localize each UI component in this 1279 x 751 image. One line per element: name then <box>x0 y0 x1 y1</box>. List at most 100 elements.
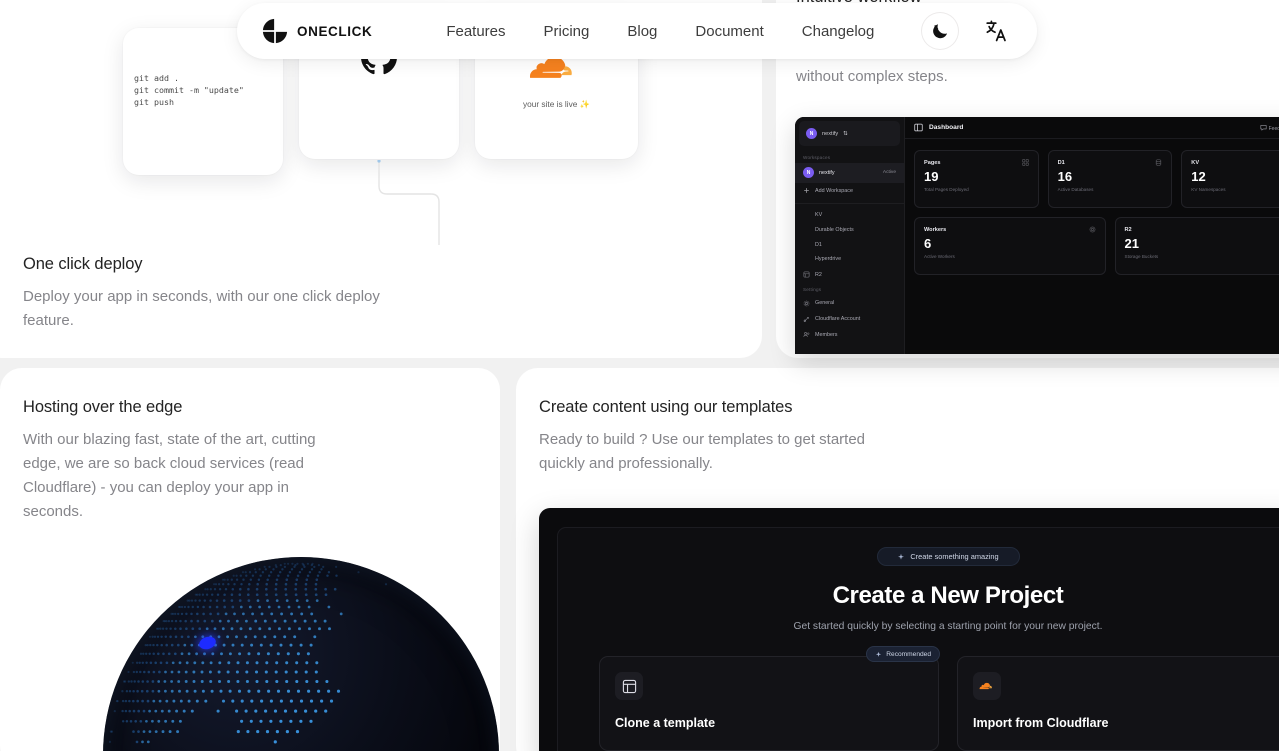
option-clone-a-template[interactable]: Recommended Clone a template <box>599 656 939 751</box>
workspace-item-avatar: N <box>803 167 814 178</box>
sidebar-item-durable-objects-label: Durable Objects <box>815 227 854 233</box>
option-clone-a-template-title: Clone a template <box>615 716 923 730</box>
stat-card-workers-title: Workers <box>924 227 946 233</box>
stat-card-r2-sub: Storage Buckets <box>1125 254 1279 259</box>
settings-section-label: Settings <box>795 282 904 295</box>
modal-heading: Create a New Project <box>558 582 1279 610</box>
hosting-text-block: Hosting over the edge With our blazing f… <box>23 398 353 524</box>
add-workspace-label: Add Workspace <box>815 188 853 194</box>
sidebar-item-kv[interactable]: KV <box>795 208 904 223</box>
stat-card-kv-value: 12 <box>1191 170 1279 183</box>
brand-name: ONECLICK <box>297 24 372 39</box>
cloudflare-icon-wrap <box>973 672 1001 700</box>
stat-card-workers-value: 6 <box>924 237 1096 250</box>
stat-card-d1-sub: Active Databases <box>1058 187 1163 192</box>
pages-icon <box>1022 159 1029 166</box>
stat-card-kv: KV 12 KV Namespaces <box>1181 150 1279 208</box>
sparkle-icon <box>875 651 882 658</box>
dashboard-mockup: N nextify ⇅ Workspaces N nextify Active … <box>795 117 1279 354</box>
dashboard-sidebar: N nextify ⇅ Workspaces N nextify Active … <box>795 117 905 354</box>
r2-icon <box>803 271 810 278</box>
oneclick-quadrant-logo <box>261 17 289 45</box>
stat-card-kv-title: KV <box>1191 160 1199 166</box>
cloudflare-icon <box>528 56 586 82</box>
stat-card-d1: D1 16 Active Databases <box>1048 150 1173 208</box>
nav-actions <box>921 12 1023 50</box>
dashboard-stats-grid: Pages 19 Total Pages Deployed D1 16 Acti… <box>905 139 1279 286</box>
theme-toggle-button[interactable] <box>921 12 959 50</box>
workspace-active-badge: Active <box>883 170 896 175</box>
nav-link-blog[interactable]: Blog <box>627 23 657 40</box>
workspaces-section-label: Workspaces <box>795 150 904 163</box>
dashboard-topbar: Dashboard Feedback Do <box>905 117 1279 139</box>
add-workspace-button[interactable]: Add Workspace <box>795 183 904 199</box>
members-icon <box>803 331 810 338</box>
sidebar-item-durable-objects[interactable]: Durable Objects <box>795 222 904 237</box>
database-icon <box>1155 159 1162 166</box>
page-background: git add . git commit -m "update" git pus… <box>0 0 1279 751</box>
nav-link-features[interactable]: Features <box>446 23 505 40</box>
create-something-amazing-pill: Create something amazing <box>877 547 1020 566</box>
workspace-item-label: nextify <box>819 170 835 176</box>
nav-link-document[interactable]: Document <box>695 23 763 40</box>
option-import-from-cloudflare[interactable]: Import from Cloudflare <box>957 656 1279 751</box>
templates-title: Create content using our templates <box>539 398 869 417</box>
stat-card-kv-sub: KV Namespaces <box>1191 187 1279 192</box>
connector-line <box>355 160 451 245</box>
deploy-text-block: One click deploy Deploy your app in seco… <box>23 255 383 333</box>
stat-card-pages-title: Pages <box>924 160 940 166</box>
top-navigation-bar: ONECLICK Features Pricing Blog Document … <box>237 3 1037 59</box>
sidebar-item-hyperdrive[interactable]: Hyperdrive <box>795 252 904 267</box>
sidebar-item-kv-label: KV <box>815 212 822 218</box>
nav-link-changelog[interactable]: Changelog <box>802 23 875 40</box>
cloudflare-live-caption: your site is live ✨ <box>523 99 590 110</box>
stat-card-d1-value: 16 <box>1058 170 1163 183</box>
globe-illustration <box>103 557 499 751</box>
sparkle-icon <box>897 553 905 561</box>
nav-links: Features Pricing Blog Document Changelog <box>446 23 874 40</box>
option-import-from-cloudflare-title: Import from Cloudflare <box>973 716 1279 730</box>
workspace-item-nextify[interactable]: N nextify Active <box>795 163 904 183</box>
templates-text-block: Create content using our templates Ready… <box>539 398 869 476</box>
sidebar-item-r2[interactable]: R2 <box>795 267 904 283</box>
pill-label: Create something amazing <box>910 552 998 561</box>
layout-icon-wrap <box>615 672 643 700</box>
workspace-switcher-label: nextify <box>822 131 838 137</box>
modal-subheading: Get started quickly by selecting a start… <box>558 621 1279 632</box>
deploy-title: One click deploy <box>23 255 383 274</box>
feedback-label: Feedback <box>1269 126 1279 132</box>
workers-icon <box>1089 226 1096 233</box>
language-toggle-button[interactable] <box>977 12 1015 50</box>
workspace-avatar: N <box>806 128 817 139</box>
sidebar-item-general-label: General <box>815 300 834 306</box>
stat-card-workers: Workers 6 Active Workers <box>914 217 1106 275</box>
sidebar-item-general[interactable]: General <box>795 295 904 311</box>
recommended-badge-label: Recommended <box>886 651 931 658</box>
sidebar-item-r2-label: R2 <box>815 272 822 278</box>
sidebar-item-d1[interactable]: D1 <box>795 237 904 252</box>
sidebar-item-members-label: Members <box>815 332 837 338</box>
feedback-button[interactable]: Feedback <box>1260 124 1279 132</box>
sidebar-item-members[interactable]: Members <box>795 327 904 343</box>
plus-icon <box>803 187 810 194</box>
recommended-badge: Recommended <box>866 646 940 662</box>
chat-icon <box>1260 124 1267 131</box>
workspace-switcher[interactable]: N nextify ⇅ <box>799 121 900 146</box>
stat-card-pages-sub: Total Pages Deployed <box>924 187 1029 192</box>
workflow-desc-line3: without complex steps. <box>796 68 948 85</box>
stat-card-pages: Pages 19 Total Pages Deployed <box>914 150 1039 208</box>
nav-link-pricing[interactable]: Pricing <box>544 23 590 40</box>
hosting-title: Hosting over the edge <box>23 398 353 417</box>
sidebar-item-cloudflare-account[interactable]: Cloudflare Account <box>795 311 904 327</box>
stat-card-r2-value: 21 <box>1125 237 1279 250</box>
stat-card-workers-sub: Active Workers <box>924 254 1096 259</box>
dashboard-main: Dashboard Feedback Do Pages <box>905 117 1279 354</box>
chevron-updown-icon: ⇅ <box>843 131 848 137</box>
create-project-modal: Create something amazing Create a New Pr… <box>539 508 1279 751</box>
layout-icon <box>622 679 637 694</box>
gear-icon <box>803 300 810 307</box>
deploy-description: Deploy your app in seconds, with our one… <box>23 285 383 333</box>
cloudflare-icon <box>979 681 996 692</box>
panel-icon[interactable] <box>914 123 923 132</box>
brand-logo[interactable]: ONECLICK <box>261 17 372 45</box>
